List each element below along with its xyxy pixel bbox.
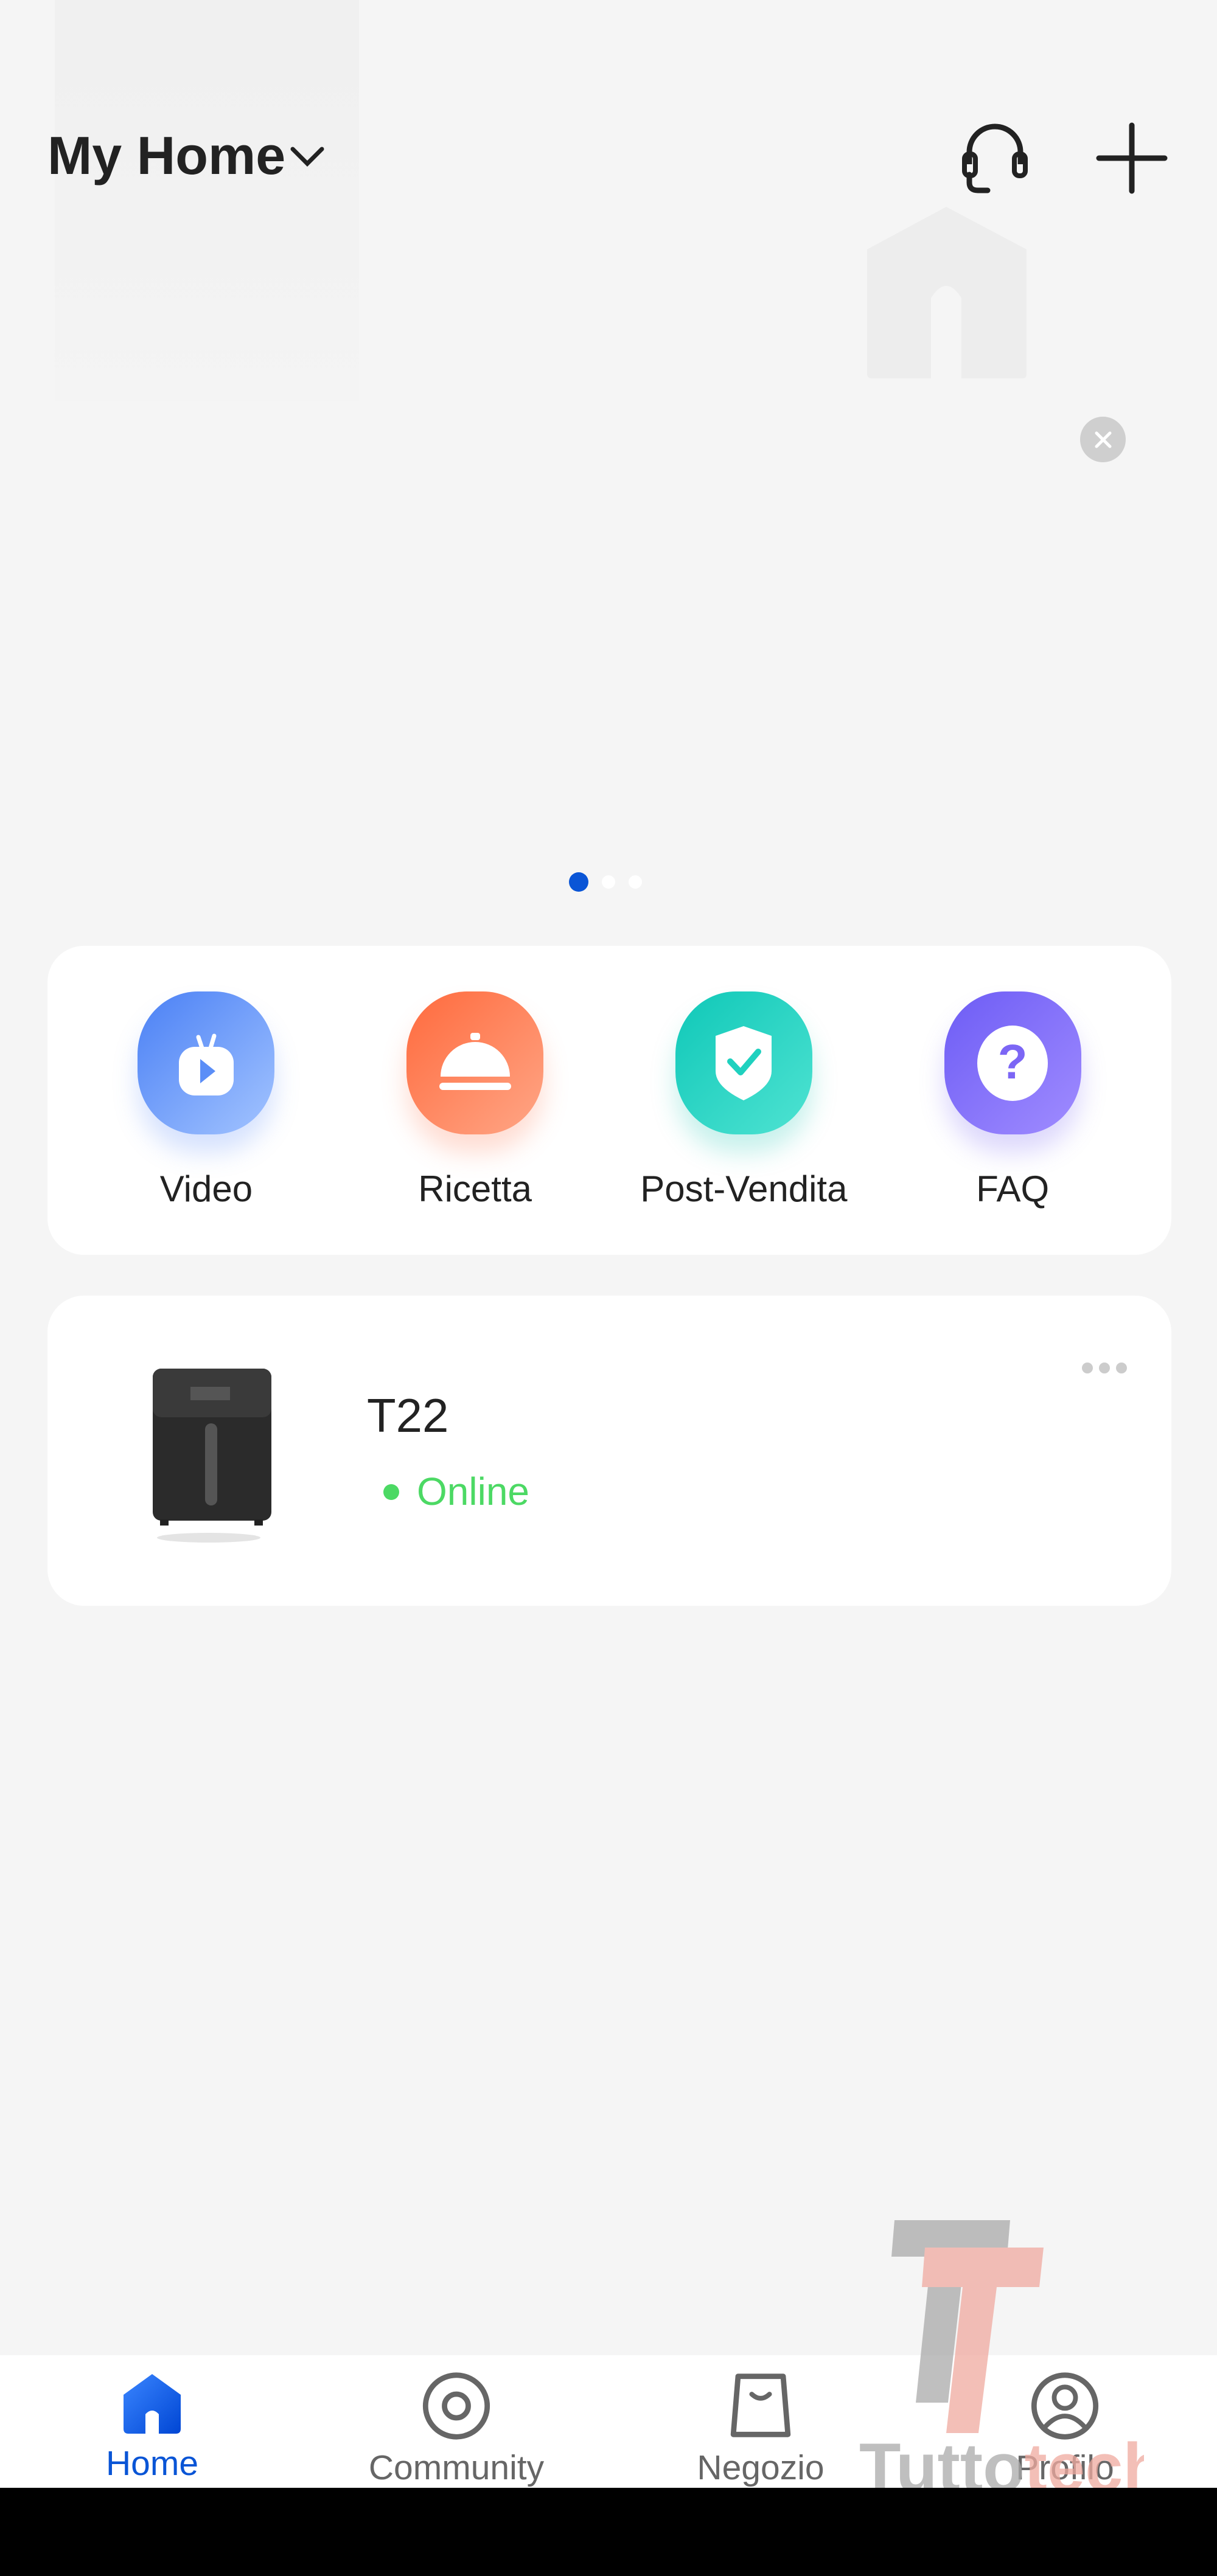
question-icon: ? (944, 991, 1081, 1134)
quick-action-ricetta[interactable]: Ricetta (347, 946, 603, 1255)
tv-play-icon (138, 991, 275, 1134)
nav-home[interactable]: Home (0, 2355, 304, 2488)
device-name: T22 (367, 1389, 449, 1442)
community-icon (422, 2372, 490, 2440)
nav-community[interactable]: Community (304, 2355, 608, 2488)
quick-action-post-vendita[interactable]: Post-Vendita (616, 946, 871, 1255)
home-selector[interactable]: My Home (47, 125, 326, 187)
device-card[interactable]: T22 Online (47, 1296, 1171, 1606)
online-status-dot (383, 1484, 399, 1500)
headset-icon[interactable] (958, 119, 1031, 195)
page-dot[interactable] (629, 875, 642, 889)
cloche-icon (406, 991, 544, 1134)
page-dot[interactable] (602, 875, 615, 889)
svg-text:?: ? (998, 1035, 1028, 1089)
quick-action-faq[interactable]: ? FAQ (885, 946, 1140, 1255)
house-illustration (867, 207, 1027, 378)
page-dot-active[interactable] (569, 872, 588, 892)
system-nav-bar (0, 2488, 1217, 2576)
air-fryer-image (153, 1369, 271, 1543)
shield-check-icon (675, 991, 812, 1134)
banner-close-button[interactable] (1080, 417, 1126, 462)
tuttotech-watermark-logo: Tuttotech (859, 2220, 1144, 2500)
plus-icon[interactable] (1095, 122, 1168, 195)
banner-decoration (55, 0, 359, 401)
shop-bag-icon (730, 2373, 791, 2437)
device-status: Online (417, 1470, 529, 1513)
close-icon (1095, 431, 1111, 448)
chevron-down-icon (290, 147, 324, 167)
quick-action-video[interactable]: Video (78, 946, 334, 1255)
more-dots-icon[interactable] (1076, 1356, 1133, 1380)
quick-actions-card: Video Ricetta Post-Vendita ? FAQ (47, 946, 1171, 1255)
home-title: My Home (47, 125, 286, 186)
home-icon (124, 2374, 181, 2434)
banner-pagination (569, 872, 642, 892)
